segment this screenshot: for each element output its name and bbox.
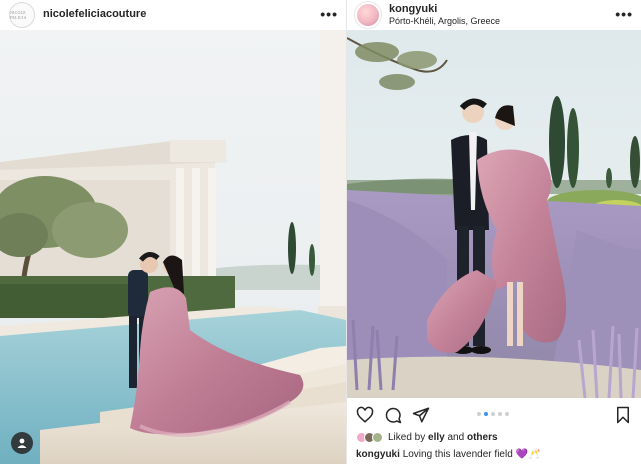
right-post-photo[interactable] bbox=[347, 30, 641, 398]
bookmark-icon[interactable] bbox=[614, 406, 632, 424]
likes-row: Liked by elly and others bbox=[356, 432, 498, 443]
user-tag-button[interactable] bbox=[11, 432, 33, 454]
post-actions-bar bbox=[347, 398, 641, 432]
left-post-username[interactable]: nicolefeliciacouture bbox=[43, 8, 146, 21]
likes-middle: and bbox=[447, 432, 465, 443]
carousel-dot bbox=[491, 412, 495, 416]
post-location[interactable]: Pórto-Khéli, Argolis, Greece bbox=[389, 16, 500, 27]
caption-text: Loving this lavender field 💜🥂 bbox=[402, 449, 541, 460]
left-post-avatar[interactable]: NICOLE FELICIA bbox=[9, 2, 35, 28]
comment-icon[interactable] bbox=[384, 406, 402, 424]
right-header-text: kongyuki Pórto-Khéli, Argolis, Greece bbox=[389, 3, 500, 27]
share-icon[interactable] bbox=[412, 406, 430, 424]
carousel-dot bbox=[505, 412, 509, 416]
caption-username[interactable]: kongyuki bbox=[356, 449, 400, 460]
liker-avatar[interactable] bbox=[372, 432, 383, 443]
left-post-header: NICOLE FELICIA nicolefeliciacouture ••• bbox=[0, 0, 346, 30]
likes-prefix: Liked by bbox=[388, 432, 426, 443]
left-post: NICOLE FELICIA nicolefeliciacouture ••• bbox=[0, 0, 346, 464]
likes-others-link[interactable]: others bbox=[467, 432, 498, 443]
right-post: kongyuki Pórto-Khéli, Argolis, Greece ••… bbox=[347, 0, 641, 464]
right-post-header: kongyuki Pórto-Khéli, Argolis, Greece ••… bbox=[347, 0, 641, 30]
right-post-username[interactable]: kongyuki bbox=[389, 3, 500, 16]
carousel-dot bbox=[498, 412, 502, 416]
post-caption: kongyuki Loving this lavender field 💜🥂 bbox=[356, 449, 540, 460]
left-more-options-button[interactable]: ••• bbox=[320, 6, 338, 22]
right-post-avatar[interactable] bbox=[355, 2, 381, 28]
user-tag-icon bbox=[17, 438, 27, 448]
carousel-dot bbox=[477, 412, 481, 416]
liked-by-user[interactable]: elly bbox=[428, 432, 445, 443]
left-header-text: nicolefeliciacouture bbox=[43, 8, 146, 21]
carousel-dot-active bbox=[484, 412, 488, 416]
likes-text: Liked by elly and others bbox=[388, 432, 498, 443]
heart-icon[interactable] bbox=[356, 406, 374, 424]
right-more-options-button[interactable]: ••• bbox=[615, 6, 633, 22]
left-post-photo[interactable] bbox=[0, 30, 346, 464]
carousel-indicator bbox=[477, 412, 509, 416]
left-avatar-text: NICOLE FELICIA bbox=[10, 10, 27, 20]
